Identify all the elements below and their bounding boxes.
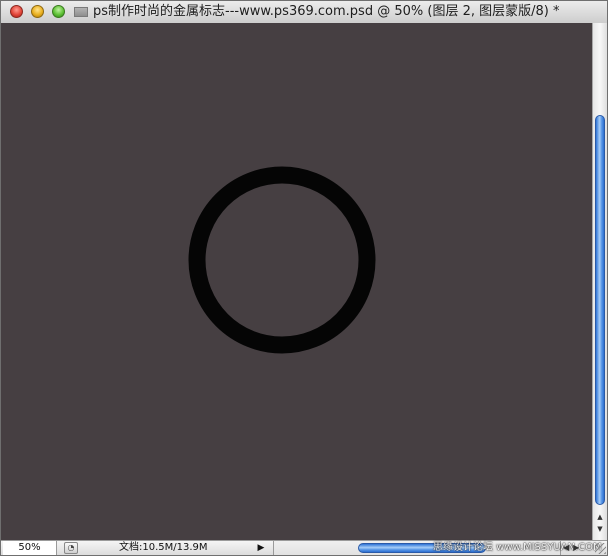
resize-grip-icon[interactable] — [595, 543, 606, 554]
document-info: 文档:10.5M/13.9M — [119, 542, 208, 553]
ring-shape[interactable] — [187, 165, 377, 355]
zoom-button-icon[interactable]: ◔ — [64, 542, 78, 554]
document-icon[interactable] — [74, 7, 88, 17]
horizontal-scroll-arrows-icon[interactable]: ◀▶ — [563, 541, 593, 555]
vertical-scrollbar[interactable]: ▲ ▼ — [592, 23, 607, 540]
scroll-down-icon[interactable]: ▼ — [596, 525, 604, 533]
scroll-up-icon[interactable]: ▲ — [596, 513, 604, 521]
window-title: ps制作时尚的金属标志---www.ps369.com.psd @ 50% (图… — [93, 4, 560, 19]
title-bar[interactable]: ps制作时尚的金属标志---www.ps369.com.psd @ 50% (图… — [1, 1, 607, 24]
vertical-scroll-thumb[interactable] — [595, 115, 605, 505]
zoom-icon[interactable] — [52, 5, 65, 18]
minimize-icon[interactable] — [31, 5, 44, 18]
zoom-level-field[interactable]: 50% — [3, 541, 57, 555]
close-icon[interactable] — [10, 5, 23, 18]
canvas-area[interactable] — [1, 23, 592, 540]
triangle-right-icon[interactable]: ▶ — [255, 542, 267, 554]
document-window: ps制作时尚的金属标志---www.ps369.com.psd @ 50% (图… — [0, 0, 608, 556]
